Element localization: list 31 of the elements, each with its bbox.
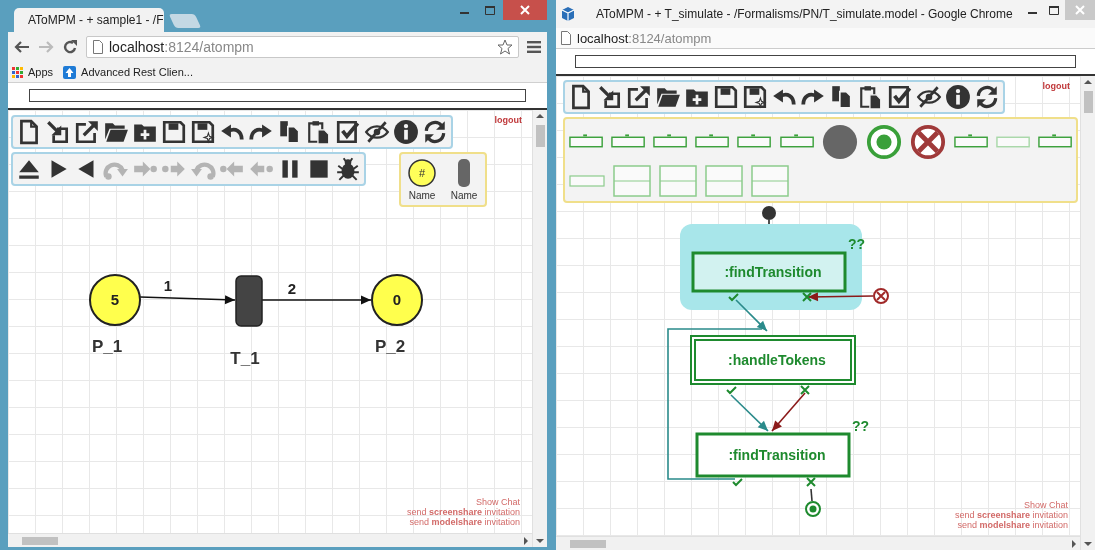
token-count: 5 [110,291,120,308]
place-icon[interactable]: # [407,158,437,188]
logout-link[interactable]: logout [1042,81,1070,91]
arc-weight: 2 [287,280,297,297]
place-tool-button[interactable]: # Name [405,158,439,201]
invitation-link[interactable]: send modelshare invitation [957,520,1068,530]
invitation-link[interactable]: send modelshare invitation [409,517,520,527]
bookmark[interactable]: Advanced Rest Clien... [63,65,193,79]
rule-marker: ?? [848,236,866,252]
rule-marker: ?? [852,418,870,434]
show-chat-link[interactable]: Show Chat [1023,500,1068,510]
window-title: AToMPM - + T_simulate - /Formalisms/PN/T_simulate.model - Google Chrome [596,7,1013,21]
arc-weight: 1 [163,277,173,294]
rule-name: :findTransition [724,264,822,280]
invitation-link[interactable]: send screenshare invitation [954,510,1068,520]
logout-link[interactable]: logout [494,115,522,125]
address-bar[interactable]: localhost:8124/atompm [86,36,519,58]
bookmark[interactable]: Apps [12,66,54,78]
browser-tab[interactable]: AToMPM - + sample1 - /F [14,8,164,32]
place-label: P_2 [374,337,406,356]
token-count: 0 [392,291,402,308]
modeling-canvas[interactable]: :findTransition ?? :handleTokens :findTransition ?? logout Show Chat send screenshare invitation send modelshare invitation [556,76,1080,536]
transition-label: T_1 [230,349,260,368]
modeling-canvas[interactable]: 1 2 5 P_1 0 P_2 T_1 # Name Name logout Show Chat send screenshare invitation send modelshare invitation [8,110,532,533]
invitation-link[interactable]: send screenshare invitation [406,507,520,517]
address-bar[interactable]: localhost:8124/atompm [556,28,1095,49]
rule-name: :findTransition [728,447,826,463]
rule-name: :handleTokens [728,352,826,368]
place-label: P_1 [91,337,123,356]
transition-tool-button[interactable]: Name [447,158,481,201]
show-chat-link[interactable]: Show Chat [475,497,520,507]
